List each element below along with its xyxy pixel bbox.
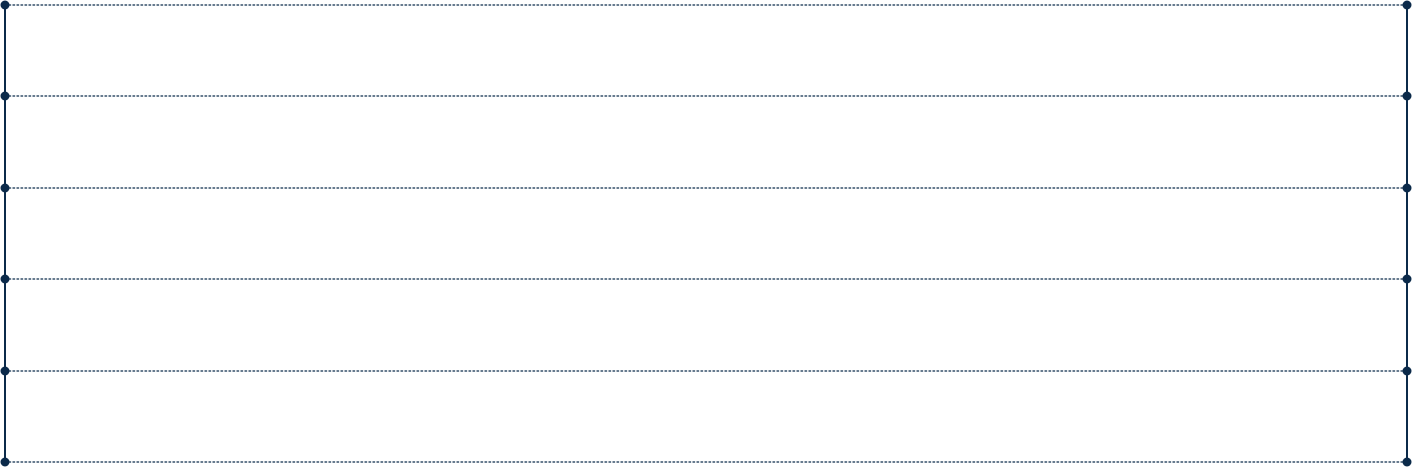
- left-endpoint-dot-4: [0, 274, 10, 284]
- left-endpoint-dot-1: [0, 0, 10, 10]
- left-endpoint-dot-2: [0, 91, 10, 101]
- right-endpoint-dot-5: [1402, 366, 1412, 376]
- grid-canvas: [0, 0, 1412, 467]
- left-endpoint-dot-5: [0, 366, 10, 376]
- left-endpoint-dot-3: [0, 183, 10, 193]
- ruled-grid-diagram: [0, 0, 1413, 468]
- right-endpoint-dot-3: [1402, 183, 1412, 193]
- right-endpoint-dot-4: [1402, 274, 1412, 284]
- right-endpoint-dot-1: [1402, 0, 1412, 10]
- left-endpoint-dot-6: [0, 457, 10, 467]
- right-endpoint-dot-2: [1402, 91, 1412, 101]
- right-endpoint-dot-6: [1402, 457, 1412, 467]
